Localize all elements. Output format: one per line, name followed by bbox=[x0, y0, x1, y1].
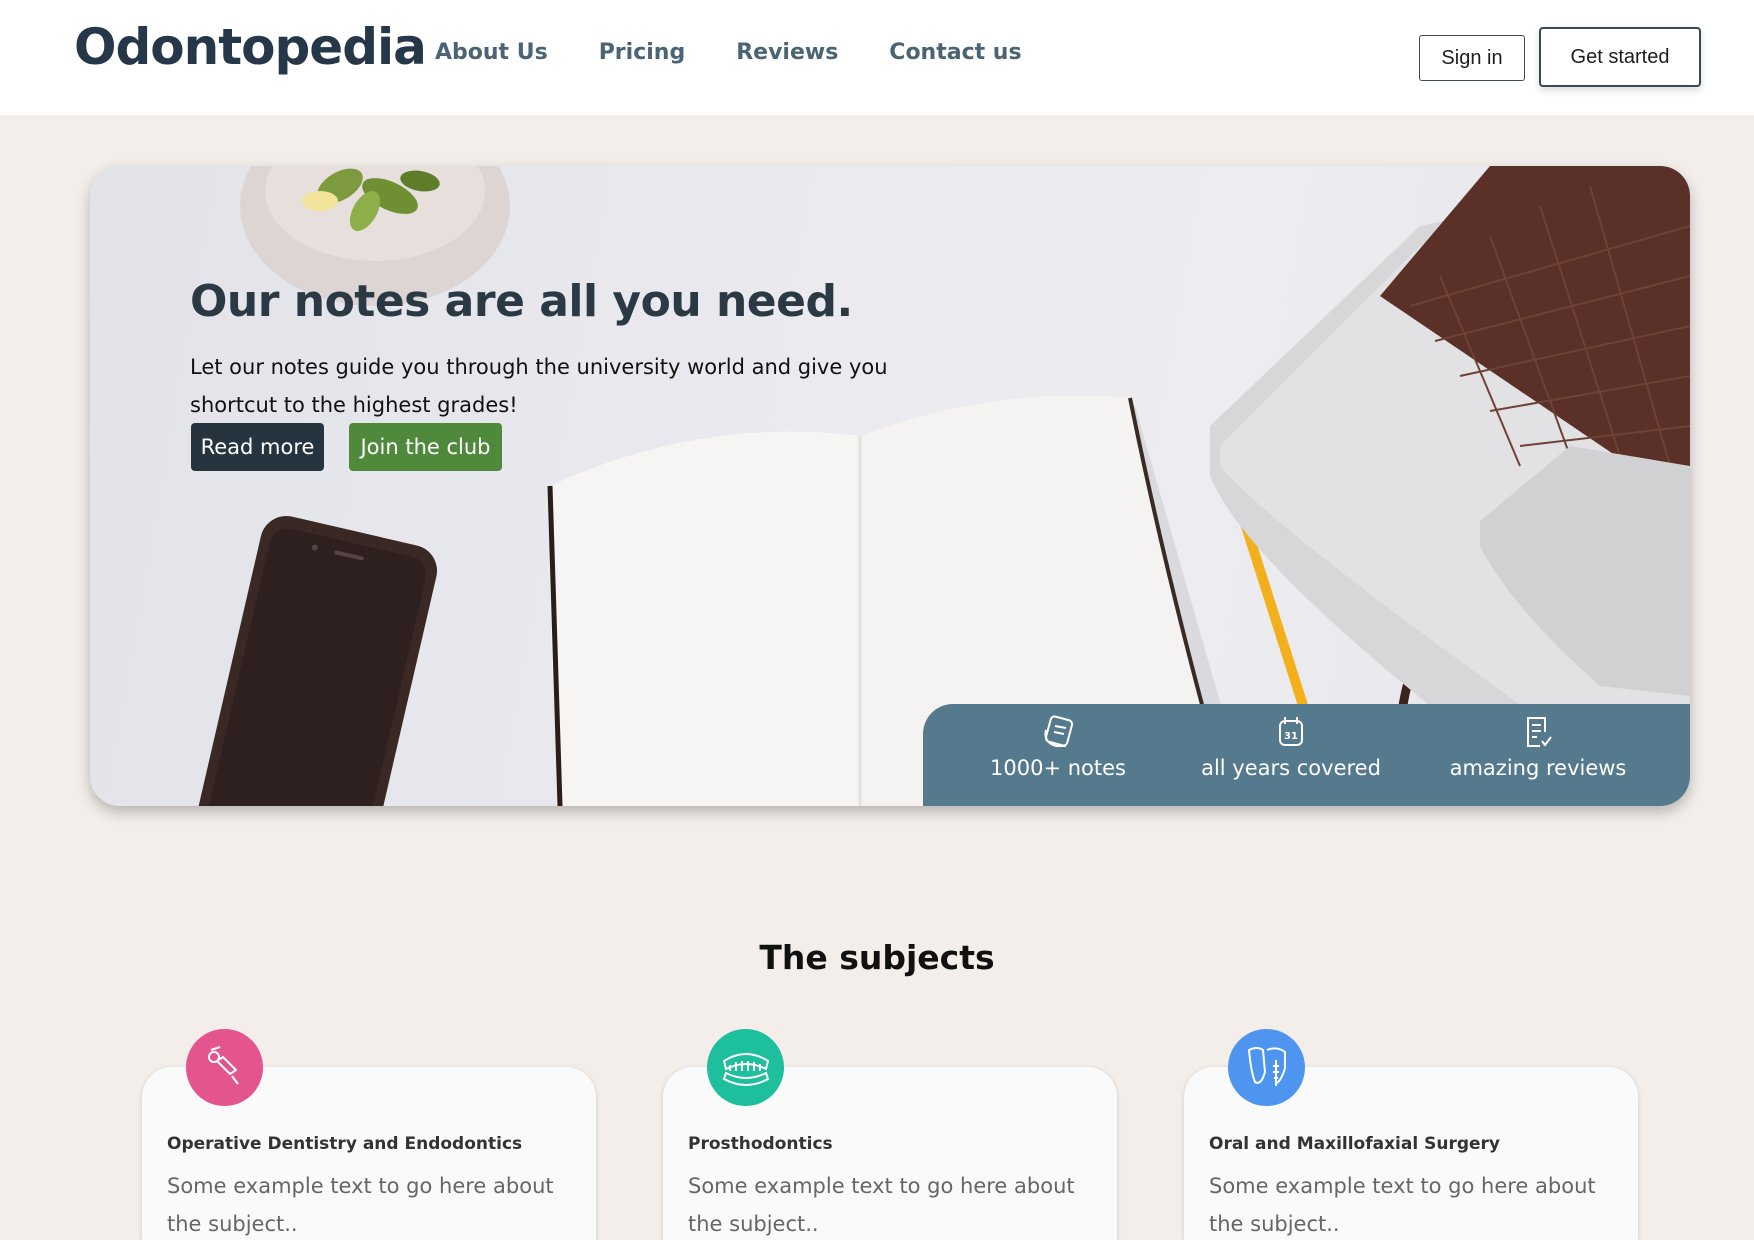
nav-about-us[interactable]: About Us bbox=[435, 40, 548, 65]
subject-icon-circle bbox=[707, 1029, 784, 1106]
read-more-button[interactable]: Read more bbox=[191, 423, 324, 471]
logo[interactable]: Odontopedia bbox=[74, 18, 427, 76]
nav-reviews[interactable]: Reviews bbox=[736, 40, 838, 65]
nav-contact-us[interactable]: Contact us bbox=[889, 40, 1021, 65]
svg-text:31: 31 bbox=[1284, 731, 1298, 742]
stat-reviews: amazing reviews bbox=[1418, 704, 1658, 806]
dental-drill-icon bbox=[207, 1045, 239, 1085]
get-started-button[interactable]: Get started bbox=[1539, 27, 1701, 87]
calendar-icon: 31 bbox=[1279, 717, 1303, 746]
subject-icon-circle bbox=[186, 1029, 263, 1106]
subject-text: Some example text to go here about the s… bbox=[1209, 1174, 1596, 1236]
subject-title: Oral and Maxillofaxial Surgery bbox=[1209, 1134, 1501, 1154]
subject-title: Prosthodontics bbox=[688, 1134, 833, 1154]
site-header: Odontopedia About Us Pricing Reviews Con… bbox=[0, 0, 1754, 115]
subjects-title: The subjects bbox=[759, 938, 995, 977]
stat-years: 31 all years covered bbox=[1171, 704, 1411, 806]
stat-label: 1000+ notes bbox=[990, 756, 1126, 780]
implant-icon bbox=[1247, 1046, 1286, 1086]
dentures-icon bbox=[722, 1052, 769, 1086]
review-icon bbox=[1527, 717, 1552, 747]
subject-text: Some example text to go here about the s… bbox=[688, 1174, 1075, 1236]
hero-subtitle: Let our notes guide you through the univ… bbox=[190, 355, 888, 417]
hero-banner: Our notes are all you need. Let our note… bbox=[90, 166, 1690, 806]
notes-icon bbox=[1044, 715, 1074, 747]
sign-in-button[interactable]: Sign in bbox=[1419, 35, 1525, 81]
hero-title: Our notes are all you need. bbox=[190, 276, 853, 327]
subject-title: Operative Dentistry and Endodontics bbox=[167, 1134, 523, 1154]
stat-notes: 1000+ notes bbox=[938, 704, 1178, 806]
stat-label: amazing reviews bbox=[1449, 756, 1627, 780]
nav-pricing[interactable]: Pricing bbox=[599, 40, 686, 65]
stats-bar: 1000+ notes 31 all years covered amazing… bbox=[923, 704, 1690, 806]
stat-label: all years covered bbox=[1201, 756, 1381, 780]
main-nav: About Us Pricing Reviews Contact us bbox=[435, 40, 1022, 65]
join-the-club-button[interactable]: Join the club bbox=[349, 423, 502, 471]
phone bbox=[195, 516, 437, 806]
subject-text: Some example text to go here about the s… bbox=[167, 1174, 554, 1236]
subject-icon-circle bbox=[1228, 1029, 1305, 1106]
